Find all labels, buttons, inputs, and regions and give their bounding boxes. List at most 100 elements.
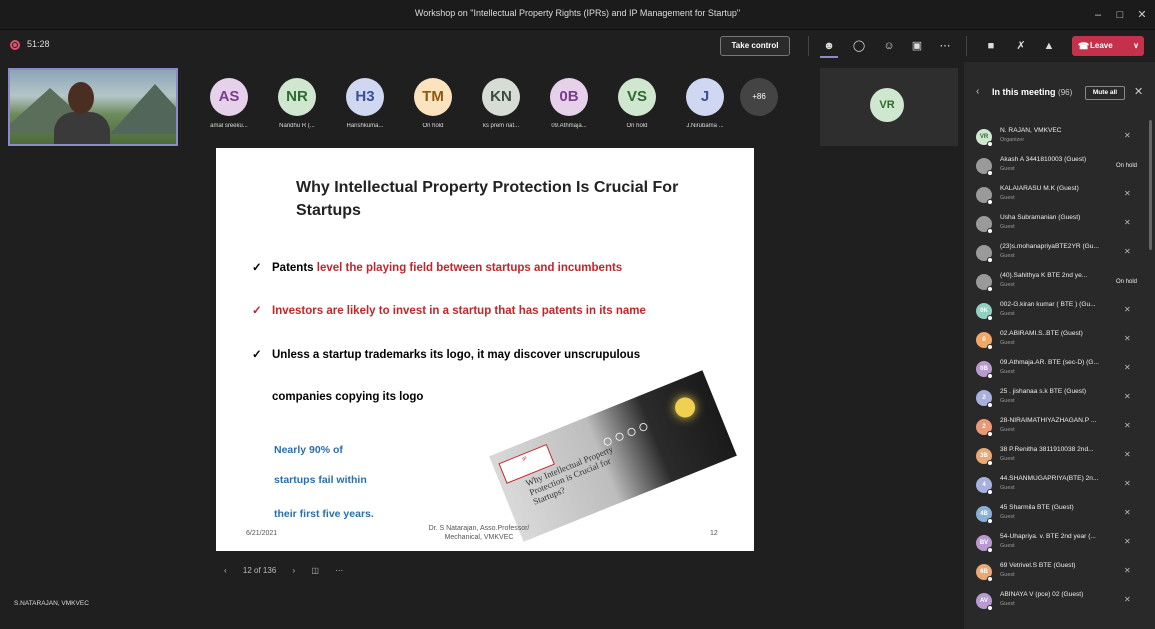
slide-bullet: ✓ Unless a startup trademarks its logo, i… [252, 347, 640, 361]
chevron-down-icon[interactable]: ∨ [1133, 36, 1139, 56]
participant-tile[interactable]: NR Nandhu R (... [266, 78, 328, 146]
participant-tile[interactable]: KN ks prem nat... [470, 78, 532, 146]
rooms-icon[interactable]: ▣ [908, 37, 926, 55]
camera-off-icon[interactable]: ■ [982, 37, 1000, 55]
participants-icon[interactable]: ☻ [820, 37, 838, 55]
checkmark-icon: ✓ [252, 349, 262, 361]
mic-off-icon[interactable]: ✕ [1124, 595, 1131, 604]
presence-icon [987, 489, 993, 495]
participant-name: Harishkuma... [346, 123, 384, 129]
mic-off-icon[interactable]: ✕ [1124, 537, 1131, 546]
chevron-right-icon[interactable]: › [293, 566, 296, 575]
bullet-text: Investors are likely to invest in a star… [272, 305, 646, 317]
participant-row[interactable]: 0 02.ABIRAMI.S..BTE (Guest) Guest ✕ [964, 329, 1155, 353]
presence-icon [987, 286, 993, 292]
participant-role: Guest [1000, 195, 1015, 201]
mic-off-icon[interactable]: ✕ [1124, 247, 1131, 256]
presence-icon [987, 141, 993, 147]
participant-name: J.Nirubama ... [686, 123, 724, 129]
participant-video-tile[interactable]: VR [820, 68, 958, 146]
leave-button[interactable]: ☎ Leave ∨ [1072, 36, 1144, 56]
mic-off-icon[interactable]: ✕ [1124, 479, 1131, 488]
title-bar: Workshop on "Intellectual Property Right… [0, 0, 1155, 30]
close-icon[interactable]: ✕ [1132, 5, 1152, 25]
mic-off-icon[interactable]: ✕ [1124, 450, 1131, 459]
mic-off-icon[interactable]: ✕ [1124, 334, 1131, 343]
avatar: J [686, 78, 724, 116]
participant-row[interactable]: BV 54-Uhapriya. v. BTE 2nd year (... Guest… [964, 532, 1155, 556]
chat-icon[interactable]: ◯ [850, 37, 868, 55]
participant-row[interactable]: AV ABINAYA V (pce) 02 (Guest) Guest ✕ [964, 590, 1155, 614]
participant-row[interactable]: KALAIARASU M.K (Guest) Guest ✕ [964, 184, 1155, 208]
participant-row[interactable]: 4B 45 Sharmila BTE (Guest) Guest ✕ [964, 503, 1155, 527]
meeting-toolbar: 51:28 Take control ☻ ◯ ☺ ▣ ⋯ ■ ✗ ▲ ☎ Lea… [0, 30, 1155, 62]
participant-tile[interactable]: VS On hold [606, 78, 668, 146]
participant-row[interactable]: (23)s.mohanapriyaBTE2YR (Gu... Guest ✕ [964, 242, 1155, 266]
mute-all-button[interactable]: Mute all [1085, 86, 1125, 100]
mic-off-icon[interactable]: ✕ [1124, 392, 1131, 401]
participant-row[interactable]: 0K 002-G.kiran kumar ( BTE ) (Gu... Guest ✕ [964, 300, 1155, 324]
participant-row[interactable]: 3B 38 P.Renitha 3811910038 2nd... Guest ✕ [964, 445, 1155, 469]
participant-row[interactable]: 2 25 . jishanaa s.k BTE (Guest) Guest ✕ [964, 387, 1155, 411]
avatar: AS [210, 78, 248, 116]
participant-name: 02.ABIRAMI.S..BTE (Guest) [1000, 330, 1083, 337]
take-control-button[interactable]: Take control [720, 36, 790, 56]
hold-status: On hold [1116, 163, 1138, 169]
participant-tile[interactable]: H3 Harishkuma... [334, 78, 396, 146]
participant-role: Guest [1000, 601, 1015, 607]
mic-off-icon[interactable]: ✗ [1012, 37, 1030, 55]
share-screen-icon[interactable]: ▲ [1040, 37, 1058, 55]
mic-off-icon[interactable]: ✕ [1124, 305, 1131, 314]
participant-tile[interactable]: 0B 09.Athmaja... [538, 78, 600, 146]
presence-icon [987, 518, 993, 524]
participant-row[interactable]: 0B 09.Athmaja.AR. BTE (sec-D) (G... Guest ✕ [964, 358, 1155, 382]
mic-off-icon[interactable]: ✕ [1124, 508, 1131, 517]
participant-role: Guest [1000, 369, 1015, 375]
participant-name: 44.SHANMUGAPRIYA(BTE) 2n... [1000, 475, 1099, 482]
stat-text: startups fail within [274, 474, 367, 486]
mic-off-icon[interactable]: ✕ [1124, 566, 1131, 575]
participant-name: 002-G.kiran kumar ( BTE ) (Gu... [1000, 301, 1096, 308]
participant-tile[interactable]: J J.Nirubama ... [674, 78, 736, 146]
minimize-icon[interactable]: – [1088, 5, 1108, 25]
mic-off-icon[interactable]: ✕ [1124, 131, 1131, 140]
avatar: VS [618, 78, 656, 116]
slide-title: Why Intellectual Property Protection Is … [296, 179, 679, 219]
mic-off-icon[interactable]: ✕ [1124, 363, 1131, 372]
participant-row[interactable]: 2 28-NIRAIMATHIYAZHAGAN.P ... Guest ✕ [964, 416, 1155, 440]
reactions-icon[interactable]: ☺ [880, 37, 898, 55]
participant-role: Organizer [1000, 137, 1025, 143]
participant-tile[interactable]: TM On hold [402, 78, 464, 146]
self-video-tile[interactable] [8, 68, 178, 146]
more-options-icon[interactable]: ⋯ [936, 37, 954, 55]
participant-row[interactable]: 4 44.SHANMUGAPRIYA(BTE) 2n... Guest ✕ [964, 474, 1155, 498]
participant-row[interactable]: Usha Subramanian (Guest) Guest ✕ [964, 213, 1155, 237]
participant-row[interactable]: (40).Sahithya K BTE 2nd ye... Guest On hol… [964, 271, 1155, 295]
close-icon[interactable]: ✕ [1134, 85, 1143, 98]
participant-row[interactable]: Akash A 3441810003 (Guest) Guest On hold [964, 155, 1155, 179]
participant-role: Guest [1000, 543, 1015, 549]
avatar: 0B [550, 78, 588, 116]
mic-off-icon[interactable]: ✕ [1124, 189, 1131, 198]
active-tab-indicator [820, 56, 838, 58]
panel-title-text: In this meeting [992, 87, 1056, 97]
slide-illustration: IP Why Intellectual Property Protection … [489, 370, 737, 542]
more-options-icon[interactable]: ⋯ [335, 566, 343, 575]
mic-off-icon[interactable]: ✕ [1124, 421, 1131, 430]
chevron-left-icon[interactable]: ‹ [976, 86, 979, 97]
participant-name: (23)s.mohanapriyaBTE2YR (Gu... [1000, 243, 1099, 250]
participant-row[interactable]: VR N. RAJAN, VMKVEC Organizer ✕ [964, 126, 1155, 150]
chevron-left-icon[interactable]: ‹ [224, 566, 227, 575]
participant-row[interactable]: 6B 69 Vetrivel.S BTE (Guest) Guest ✕ [964, 561, 1155, 585]
thumbnails-icon[interactable]: ◫ [311, 566, 319, 575]
maximize-icon[interactable]: □ [1110, 5, 1130, 25]
panel-scrollbar[interactable] [1149, 120, 1152, 250]
presenter-head [68, 82, 94, 114]
more-participants-button[interactable]: +86 [740, 78, 778, 116]
presence-icon [987, 460, 993, 466]
participant-name: Akash A 3441810003 (Guest) [1000, 156, 1087, 163]
participant-tile[interactable]: AS amal sreeku... [198, 78, 260, 146]
participant-role: Guest [1000, 427, 1015, 433]
participant-role: Guest [1000, 456, 1015, 462]
mic-off-icon[interactable]: ✕ [1124, 218, 1131, 227]
